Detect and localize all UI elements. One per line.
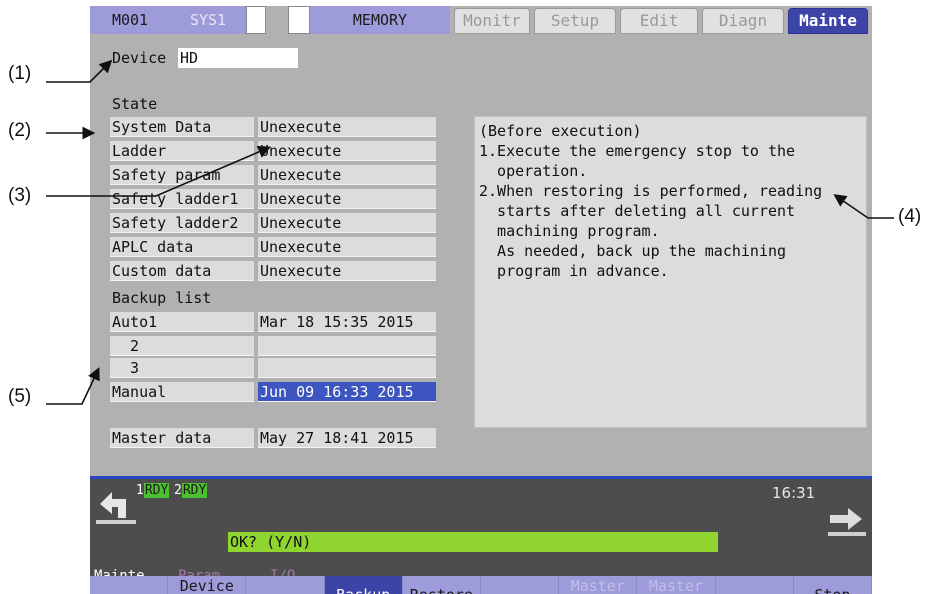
message-line: machining program. — [479, 222, 660, 240]
softkey-label: Device select — [179, 577, 234, 594]
system-indicator: SYS1 — [170, 6, 246, 34]
rdy-indicator-1: 1RDY — [136, 483, 170, 498]
softkey-label: Restore — [410, 586, 473, 594]
backup-date[interactable] — [258, 336, 436, 356]
state-heading: State — [112, 95, 158, 113]
state-name: APLC data — [110, 237, 254, 257]
device-label: Device — [112, 49, 167, 67]
backup-date[interactable] — [258, 358, 436, 378]
tab-monitr[interactable]: Monitr — [454, 8, 530, 34]
message-line: 2.When restoring is performed, reading — [479, 182, 823, 200]
callout-5: (5) — [8, 386, 32, 407]
backup-name[interactable]: Auto1 — [110, 312, 254, 332]
softkey-label: Backup — [336, 586, 390, 594]
divider — [90, 476, 872, 479]
back-arrow-icon[interactable] — [96, 490, 136, 528]
backup-list-heading: Backup list — [112, 289, 212, 307]
input-prompt[interactable]: OK? (Y/N) — [228, 532, 718, 552]
forward-arrow-icon[interactable] — [828, 506, 866, 540]
softkey-stop[interactable]: Stop — [793, 576, 872, 594]
master-name: Master data — [110, 428, 254, 448]
state-status: Unexecute — [258, 117, 436, 137]
callout-3: (3) — [8, 185, 32, 206]
state-status: Unexecute — [258, 237, 436, 257]
bottom-panel: 1RDY 2RDY OK? (Y/N) 16:31 Mainte Param I… — [90, 476, 872, 594]
state-status: Unexecute — [258, 165, 436, 185]
state-name: Custom data — [110, 261, 254, 281]
softkey-label: Stop — [814, 586, 850, 594]
softkey-blank[interactable] — [481, 576, 560, 594]
backup-name[interactable]: Manual — [110, 382, 254, 402]
state-name: Safety ladder1 — [110, 189, 254, 209]
master-date: May 27 18:41 2015 — [258, 428, 436, 448]
callout-1: (1) — [8, 63, 32, 84]
message-line: starts after deleting all current — [479, 202, 796, 220]
status-cell-blank-1 — [246, 6, 266, 34]
device-field[interactable]: HD — [178, 48, 298, 68]
softkey-blank[interactable] — [715, 576, 794, 594]
softkey-restore[interactable]: Restore — [402, 576, 481, 594]
softkey-device-select[interactable]: Device select — [168, 576, 247, 594]
callout-2: (2) — [8, 120, 32, 141]
message-line: operation. — [479, 162, 588, 180]
backup-date-selected[interactable]: Jun 09 16:33 2015 — [258, 382, 436, 402]
state-name: Ladder — [110, 141, 254, 161]
state-status: Unexecute — [258, 213, 436, 233]
state-name: Safety ladder2 — [110, 213, 254, 233]
program-number: M001 — [90, 6, 170, 34]
tab-mainte[interactable]: Mainte — [788, 8, 868, 34]
clock: 16:31 — [772, 484, 816, 502]
message-line: program in advance. — [479, 262, 669, 280]
state-status: Unexecute — [258, 141, 436, 161]
tab-edit[interactable]: Edit — [620, 8, 698, 34]
message-line: 1.Execute the emergency stop to the — [479, 142, 796, 160]
state-name: Safety param — [110, 165, 254, 185]
tab-setup[interactable]: Setup — [534, 8, 616, 34]
nc-screen: M001 SYS1 MEMORY Monitr Setup Edit Diagn… — [90, 6, 872, 594]
message-panel: (Before execution) 1.Execute the emergen… — [474, 116, 867, 428]
status-cell-blank-2 — [288, 6, 310, 34]
softkey-label: Master Backup — [570, 577, 625, 594]
softkey-master-backup[interactable]: Master Backup — [559, 576, 638, 594]
state-name: System Data — [110, 117, 254, 137]
operation-mode: MEMORY — [310, 6, 450, 34]
softkey-blank[interactable] — [90, 576, 169, 594]
softkey-master-restore[interactable]: Master Restore — [637, 576, 716, 594]
softkey-backup[interactable]: Backup — [324, 576, 403, 594]
backup-name[interactable]: 2 — [110, 336, 254, 356]
backup-name[interactable]: 3 — [110, 358, 254, 378]
message-line: As needed, back up the machining — [479, 242, 787, 260]
softkey-label: Master Restore — [648, 577, 704, 594]
softkey-bar: Device select Backup Restore Master Backup M… — [90, 576, 872, 594]
state-status: Unexecute — [258, 189, 436, 209]
rdy-indicator-2: 2RDY — [174, 483, 208, 498]
backup-date[interactable]: Mar 18 15:35 2015 — [258, 312, 436, 332]
state-status: Unexecute — [258, 261, 436, 281]
tab-diagn[interactable]: Diagn — [702, 8, 784, 34]
softkey-blank[interactable] — [246, 576, 325, 594]
message-line: (Before execution) — [479, 122, 642, 140]
callout-4: (4) — [898, 206, 922, 227]
